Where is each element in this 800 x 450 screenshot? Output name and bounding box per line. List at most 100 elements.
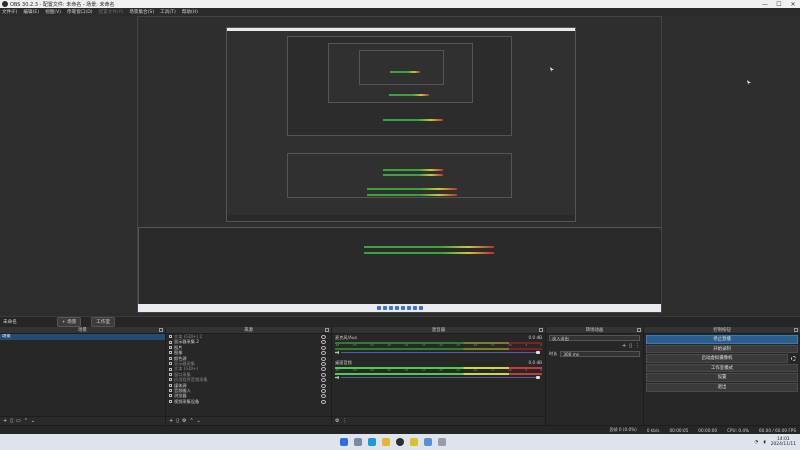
settings-button[interactable]: 设置 [646, 373, 798, 382]
search-icon[interactable] [354, 438, 362, 446]
tick-label: -45 [386, 369, 391, 372]
menu-help[interactable]: 帮助(H) [182, 9, 198, 15]
tick-label: -30 [438, 344, 443, 347]
gear-icon[interactable]: ⚙ [182, 418, 186, 424]
eye-icon[interactable] [321, 388, 326, 393]
nested-preview-3 [328, 43, 473, 103]
edge-icon[interactable] [368, 438, 376, 446]
app-icon[interactable] [424, 438, 432, 446]
current-scene-label: 未命名 [3, 320, 17, 325]
eye-icon[interactable] [321, 367, 326, 372]
eye-icon[interactable] [321, 356, 326, 361]
eye-icon[interactable] [321, 383, 326, 388]
eye-icon[interactable] [321, 345, 326, 350]
scene-item[interactable]: 场景 [0, 334, 165, 340]
eye-icon[interactable] [321, 378, 326, 383]
volume-slider[interactable] [335, 351, 542, 354]
source-type-icon [169, 399, 172, 403]
menu-scene-collection[interactable]: 场景集合(S) [129, 9, 154, 15]
dock-undock-icon[interactable] [794, 328, 798, 332]
move-up-icon[interactable]: ⌃ [189, 418, 193, 424]
add-scene-button[interactable]: + 场景 [56, 317, 82, 327]
source-type-icon [169, 356, 172, 360]
menu-dots-icon[interactable]: ⋮ [342, 418, 347, 424]
folder-icon[interactable] [382, 438, 390, 446]
program-preview[interactable] [137, 16, 662, 313]
eye-icon[interactable] [321, 399, 326, 404]
app-icon[interactable] [410, 438, 418, 446]
menu-edit[interactable]: 编辑(E) [23, 9, 39, 15]
volume-slider[interactable] [335, 376, 542, 379]
studio-mode-button[interactable]: 工作室 [91, 317, 116, 327]
nested-docks-band [138, 227, 661, 305]
tick-label: -20 [473, 369, 478, 372]
cpu-usage: CPU: 0.4% [727, 427, 750, 433]
transition-select[interactable]: 淡入淡出 [549, 335, 640, 341]
duration-input[interactable]: 300 ms [560, 351, 640, 357]
slider-handle[interactable] [536, 351, 540, 354]
add-icon[interactable]: + [3, 418, 7, 424]
start-virtual-camera-button[interactable]: 启动虚拟摄像机 [646, 354, 796, 363]
maximize-button[interactable]: ☐ [772, 1, 786, 8]
source-type-icon [169, 345, 172, 349]
filter-icon[interactable]: ▭ [16, 418, 21, 424]
move-down-icon[interactable]: ⌄ [197, 418, 201, 424]
menu-dots-icon[interactable]: ⋮ [635, 343, 640, 349]
menu-tools[interactable]: 工具(T) [160, 9, 176, 15]
audio-mixer-dock: 混音器 麦克风/Aux 0.0 dB -60 -55 -50 -45 -40 -35 -30-… [332, 327, 546, 425]
tick-label: -15 [490, 344, 495, 347]
tick-label: -40 [404, 344, 409, 347]
exit-button[interactable]: 退出 [646, 382, 798, 392]
eye-icon[interactable] [321, 340, 326, 345]
trash-icon[interactable]: ▯ [10, 418, 13, 424]
nested-preview-docks [287, 153, 512, 198]
trash-icon[interactable]: ▯ [629, 343, 632, 349]
tick-label: -45 [386, 344, 391, 347]
nested-preview-4 [359, 50, 444, 85]
dock-undock-icon[interactable] [325, 328, 329, 332]
channel-db: 0.0 dB [528, 335, 542, 340]
network-icon[interactable]: ◔ [755, 440, 759, 445]
eye-icon[interactable] [321, 372, 326, 377]
start-recording-button[interactable]: 开始录制 [646, 344, 798, 354]
menu-file[interactable]: 文件(F) [2, 9, 17, 15]
move-down-icon[interactable]: ⌄ [31, 418, 35, 424]
speaker-icon[interactable] [335, 351, 339, 354]
gear-icon[interactable] [791, 356, 796, 362]
scene-bar: 未命名 + 场景 工作室 [0, 316, 800, 327]
source-item[interactable]: 视频采集设备 [166, 399, 331, 404]
add-icon[interactable]: + [169, 418, 173, 424]
controls-title: 控制按钮 [713, 328, 731, 333]
add-icon[interactable]: + [622, 343, 626, 349]
tick-label: -55 [352, 369, 357, 372]
app-icon[interactable] [438, 438, 446, 446]
minimize-button[interactable]: — [758, 1, 772, 8]
trash-icon[interactable]: ▯ [176, 418, 179, 424]
close-button[interactable]: ✕ [786, 1, 800, 8]
gear-icon[interactable]: ⚙ [335, 418, 339, 424]
studio-mode-toggle[interactable]: 工作室模式 [646, 363, 798, 373]
speaker-icon[interactable] [335, 376, 339, 379]
eye-icon[interactable] [321, 361, 326, 366]
move-up-icon[interactable]: ⌃ [24, 418, 28, 424]
stop-streaming-button[interactable]: 停止直播 [646, 335, 798, 344]
obs-icon[interactable] [396, 438, 404, 446]
volume-icon[interactable]: ◖ [763, 440, 765, 445]
volume-meter [335, 348, 542, 350]
menu-docks[interactable]: 停靠窗口(D) [67, 9, 93, 15]
dock-undock-icon[interactable] [159, 328, 163, 332]
sources-title: 来源 [244, 328, 253, 333]
dock-undock-icon[interactable] [539, 328, 543, 332]
fps-readout: 60.00 / 60.00 FPS [759, 427, 796, 433]
slider-handle[interactable] [536, 376, 540, 379]
menu-view[interactable]: 视图(V) [45, 9, 61, 15]
clock[interactable]: 14:01 2024/11/11 [771, 437, 796, 447]
menu-profile[interactable]: 配置文件(P) [99, 9, 124, 15]
dock-undock-icon[interactable] [637, 328, 641, 332]
start-icon[interactable] [340, 438, 348, 446]
eye-icon[interactable] [321, 394, 326, 399]
channel-name: 桌面音频 [335, 360, 352, 365]
eye-icon[interactable] [321, 335, 326, 339]
source-type-icon [169, 378, 172, 382]
eye-icon[interactable] [321, 351, 326, 356]
